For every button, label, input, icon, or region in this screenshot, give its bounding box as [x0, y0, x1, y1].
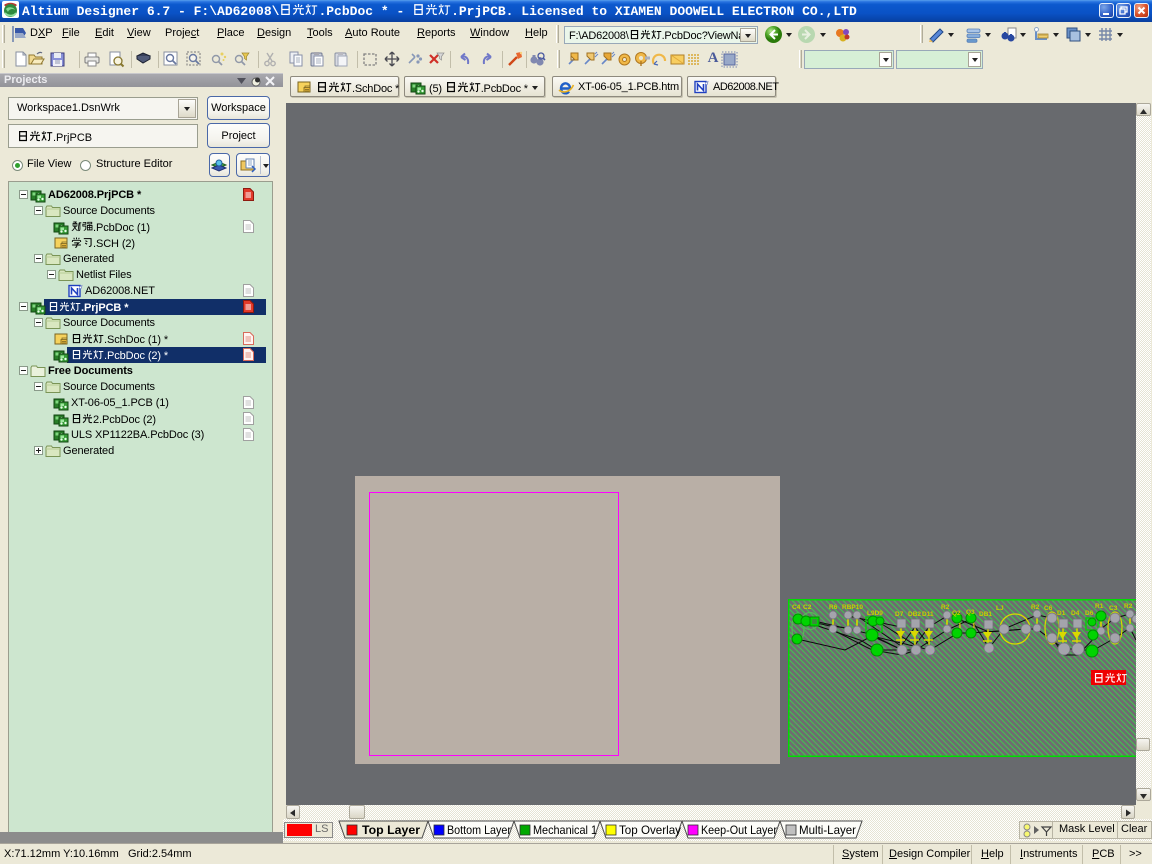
- svg-text:Top Overlay: Top Overlay: [619, 823, 681, 837]
- svg-text:Keep-Out Layer: Keep-Out Layer: [701, 823, 777, 837]
- svg-text:R6: R6: [829, 604, 838, 611]
- svg-text:DB1: DB1: [979, 611, 992, 618]
- svg-text:L9D9: L9D9: [867, 610, 883, 617]
- svg-text:C6: C6: [1044, 605, 1053, 612]
- svg-text:RBP10: RBP10: [842, 604, 863, 611]
- svg-text:D4: D4: [1071, 610, 1080, 617]
- svg-text:Bottom Layer: Bottom Layer: [447, 823, 511, 837]
- svg-text:C3: C3: [1109, 605, 1118, 612]
- svg-text:R2: R2: [1124, 603, 1133, 610]
- svg-text:R2: R2: [1031, 604, 1040, 611]
- svg-text:Q3: Q3: [966, 609, 975, 616]
- svg-text:Top Layer: Top Layer: [362, 823, 420, 837]
- svg-text:D6: D6: [1085, 610, 1094, 617]
- svg-text:LJ: LJ: [996, 605, 1004, 612]
- svg-text:Q2: Q2: [952, 610, 961, 617]
- svg-text:R1: R1: [1095, 603, 1104, 610]
- svg-text:C4: C4: [792, 604, 801, 611]
- svg-text:Mechanical 1: Mechanical 1: [533, 823, 597, 837]
- svg-text:D11: D11: [922, 611, 934, 618]
- svg-text:C2: C2: [803, 604, 812, 611]
- svg-text:R2: R2: [941, 604, 950, 611]
- svg-text:DB2: DB2: [908, 611, 921, 618]
- svg-text:Multi-Layer: Multi-Layer: [799, 823, 856, 837]
- svg-text:D1: D1: [1057, 610, 1066, 617]
- svg-text:D7: D7: [895, 611, 904, 618]
